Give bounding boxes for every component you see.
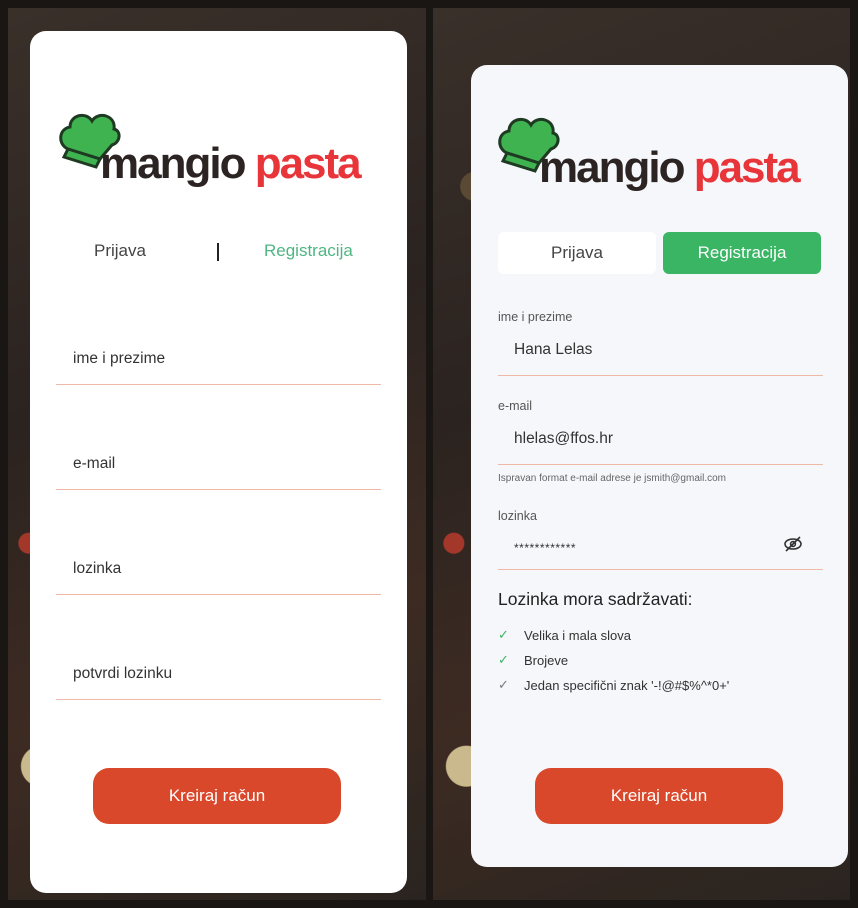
confirm-password-placeholder: potvrdi lozinku <box>73 665 173 682</box>
field-underline <box>56 594 381 595</box>
brand-logo: mangio pasta <box>56 107 386 197</box>
tab-login[interactable]: Prijava <box>498 232 656 274</box>
tab-separator <box>217 243 219 261</box>
brand-word-pasta: pasta <box>254 139 362 188</box>
tab-register[interactable]: Registracija <box>663 232 821 274</box>
email-format-hint: Ispravan format e-mail adrese je jsmith@… <box>498 473 727 484</box>
registration-card-empty: mangio pasta Prijava Registracija ime i … <box>30 31 407 893</box>
email-field[interactable]: e-mail <box>56 455 381 490</box>
full-name-input[interactable]: Hana Lelas <box>514 341 592 359</box>
field-underline <box>498 375 823 376</box>
field-underline <box>498 464 823 465</box>
field-underline <box>56 384 381 385</box>
requirement-item: ✓ Brojeve <box>498 652 568 668</box>
check-icon: ✓ <box>498 652 509 667</box>
brand-name: mangio pasta <box>100 139 362 189</box>
tab-register[interactable]: Registracija <box>264 241 353 261</box>
brand-word-mangio: mangio <box>539 143 685 192</box>
requirement-label: Velika i mala slova <box>524 627 631 643</box>
full-name-placeholder: ime i prezime <box>73 350 166 367</box>
full-name-label: ime i prezime <box>498 310 573 324</box>
password-label: lozinka <box>498 509 537 523</box>
requirement-label: Jedan specifični znak '-!@#$%^*0+' <box>524 677 730 693</box>
requirement-item: ✓ Velika i mala slova <box>498 627 631 643</box>
password-input[interactable]: ************ <box>514 541 576 555</box>
check-icon: ✓ <box>498 627 509 642</box>
requirement-item: ✓ Jedan specifični znak '-!@#$%^*0+' <box>498 677 729 693</box>
create-account-button[interactable]: Kreiraj račun <box>93 768 341 824</box>
email-input[interactable]: hlelas@ffos.hr <box>514 430 613 448</box>
registration-card-filled: mangio pasta Prijava Registracija ime i … <box>471 65 848 867</box>
field-underline <box>498 569 823 570</box>
email-label: e-mail <box>498 399 533 413</box>
check-icon: ✓ <box>498 677 509 692</box>
password-placeholder: lozinka <box>73 560 122 577</box>
password-field[interactable]: lozinka <box>56 560 381 595</box>
brand-word-pasta: pasta <box>693 143 801 192</box>
confirm-password-field[interactable]: potvrdi lozinku <box>56 665 381 700</box>
tab-login[interactable]: Prijava <box>94 241 146 261</box>
requirement-label: Brojeve <box>524 652 569 668</box>
password-requirements-title: Lozinka mora sadržavati: <box>498 589 693 609</box>
field-underline <box>56 489 381 490</box>
field-underline <box>56 699 381 700</box>
full-name-field[interactable]: ime i prezime <box>56 350 381 385</box>
brand-name: mangio pasta <box>539 143 801 193</box>
brand-logo: mangio pasta <box>495 111 825 201</box>
create-account-button[interactable]: Kreiraj račun <box>535 768 783 824</box>
email-placeholder: e-mail <box>73 455 116 472</box>
auth-tabs: Prijava Registracija <box>30 241 407 265</box>
brand-word-mangio: mangio <box>100 139 246 188</box>
hide-password-icon[interactable] <box>783 536 803 552</box>
